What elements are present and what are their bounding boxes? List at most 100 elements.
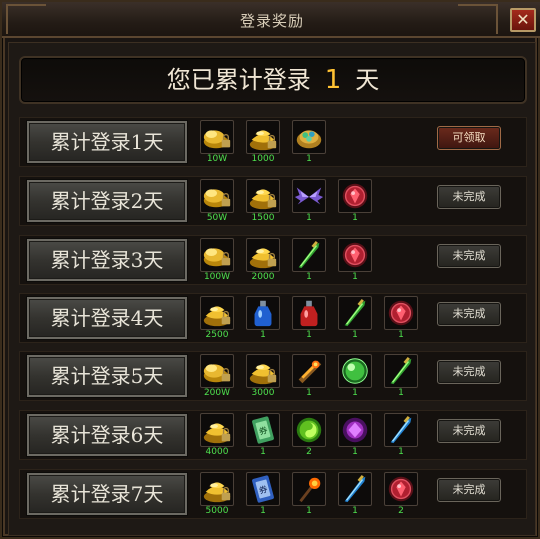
green-swirl-orb-icon [292, 413, 326, 447]
close-button[interactable]: ✕ [510, 8, 536, 32]
incomplete-button[interactable]: 未完成 [437, 360, 501, 384]
login-summary-banner: 您已累计登录 1 天 [19, 56, 527, 104]
reward-item[interactable]: 1 [338, 296, 372, 342]
reward-item[interactable]: 3000 [246, 354, 280, 400]
gold-bag-lock-icon [200, 238, 234, 272]
item-quantity: 1 [260, 447, 266, 457]
item-quantity: 2 [306, 447, 312, 457]
reward-item[interactable]: 4000 [200, 413, 234, 459]
red-gem-medal-icon [384, 296, 418, 330]
reward-item[interactable]: 1 [338, 472, 372, 518]
reward-item[interactable]: 1 [338, 238, 372, 284]
login-day-count: 1 [324, 65, 342, 95]
item-quantity: 1 [352, 447, 358, 457]
reward-item[interactable]: 1 [384, 354, 418, 400]
green-blade-icon [292, 238, 326, 272]
item-quantity: 2 [398, 506, 404, 516]
purple-rune-icon [338, 413, 372, 447]
reward-item[interactable]: 1500 [246, 179, 280, 225]
item-quantity: 2000 [251, 272, 275, 282]
reward-item[interactable]: 2 [292, 413, 326, 459]
reward-item[interactable]: 10W [200, 120, 234, 166]
reward-item[interactable]: 100W [200, 238, 234, 284]
purple-wings-icon [292, 179, 326, 213]
day-label-button: 累计登录6天 [27, 414, 187, 456]
summary-prefix: 您已累计登录 [166, 66, 311, 94]
gold-bag-lock-icon [200, 179, 234, 213]
reward-item[interactable]: 200W [200, 354, 234, 400]
day-label-button: 累计登录2天 [27, 180, 187, 222]
reward-item[interactable]: 1000 [246, 120, 280, 166]
reward-item[interactable]: 1 [246, 296, 280, 342]
claim-button[interactable]: 可领取 [437, 126, 501, 150]
title-bar: 登录奖励 ✕ [2, 2, 540, 38]
gold-ingot-pile-icon [200, 472, 234, 506]
red-gem-medal-icon [384, 472, 418, 506]
gold-ingot-pile-icon [200, 296, 234, 330]
item-quantity: 5000 [205, 506, 229, 516]
blue-ticket-icon: 券 [246, 472, 280, 506]
day-label-button: 累计登录4天 [27, 297, 187, 339]
blue-blade-icon [384, 413, 418, 447]
reward-item[interactable]: 1 [338, 179, 372, 225]
item-quantity: 1 [398, 447, 404, 457]
item-quantity: 1 [306, 213, 312, 223]
blue-blade-icon [338, 472, 372, 506]
reward-item[interactable]: 1 [292, 179, 326, 225]
fire-scroll-icon [292, 354, 326, 388]
reward-item[interactable]: 券1 [246, 413, 280, 459]
flame-staff-icon [292, 472, 326, 506]
reward-item[interactable]: 5000 [200, 472, 234, 518]
blue-potion-icon [246, 296, 280, 330]
item-quantity: 10W [206, 154, 228, 164]
item-quantity: 100W [203, 272, 231, 282]
reward-row: 累计登录2天 50W 1500 1 1 未完成 [19, 176, 527, 226]
reward-item[interactable]: 50W [200, 179, 234, 225]
reward-row: 累计登录6天 4000 券 1 2 1 1 未完成 [19, 410, 527, 460]
item-quantity: 1500 [251, 213, 275, 223]
gold-ingot-pile-icon [200, 413, 234, 447]
reward-item[interactable]: 券1 [246, 472, 280, 518]
reward-row: 累计登录5天 200W 3000 1 1 1 未完成 [19, 351, 527, 401]
item-quantity: 1 [398, 330, 404, 340]
incomplete-button[interactable]: 未完成 [437, 478, 501, 502]
item-quantity: 1000 [251, 154, 275, 164]
reward-item[interactable]: 1 [292, 296, 326, 342]
day-label-button: 累计登录1天 [27, 121, 187, 163]
reward-item[interactable]: 1 [292, 354, 326, 400]
item-quantity: 50W [206, 213, 228, 223]
reward-item[interactable]: 1 [292, 120, 326, 166]
green-orb-icon [338, 354, 372, 388]
item-quantity: 4000 [205, 447, 229, 457]
day-label-button: 累计登录5天 [27, 355, 187, 397]
green-ticket-icon: 券 [246, 413, 280, 447]
summary-suffix: 天 [355, 66, 380, 94]
reward-item[interactable]: 1 [384, 296, 418, 342]
red-potion-icon [292, 296, 326, 330]
incomplete-button[interactable]: 未完成 [437, 302, 501, 326]
window-title: 登录奖励 [239, 12, 304, 30]
green-blade-icon [338, 296, 372, 330]
reward-item[interactable]: 2500 [200, 296, 234, 342]
reward-item[interactable]: 1 [292, 472, 326, 518]
item-quantity: 1 [306, 330, 312, 340]
item-quantity: 1 [352, 388, 358, 398]
item-quantity: 1 [352, 213, 358, 223]
incomplete-button[interactable]: 未完成 [437, 185, 501, 209]
gold-ingot-pile-icon [246, 354, 280, 388]
item-quantity: 1 [260, 330, 266, 340]
incomplete-button[interactable]: 未完成 [437, 244, 501, 268]
reward-item[interactable]: 1 [338, 413, 372, 459]
reward-row: 累计登录7天 5000 券 1 1 1 2 未完成 [19, 469, 527, 519]
green-blade-icon [384, 354, 418, 388]
reward-item[interactable]: 1 [384, 413, 418, 459]
incomplete-button[interactable]: 未完成 [437, 419, 501, 443]
item-quantity: 1 [306, 388, 312, 398]
jade-treasure-plate-icon [292, 120, 326, 154]
reward-item[interactable]: 1 [338, 354, 372, 400]
reward-item[interactable]: 1 [292, 238, 326, 284]
reward-item[interactable]: 2000 [246, 238, 280, 284]
reward-row: 累计登录1天 10W 1000 1 可领取 [19, 117, 527, 167]
red-gem-medal-icon [338, 179, 372, 213]
reward-item[interactable]: 2 [384, 472, 418, 518]
